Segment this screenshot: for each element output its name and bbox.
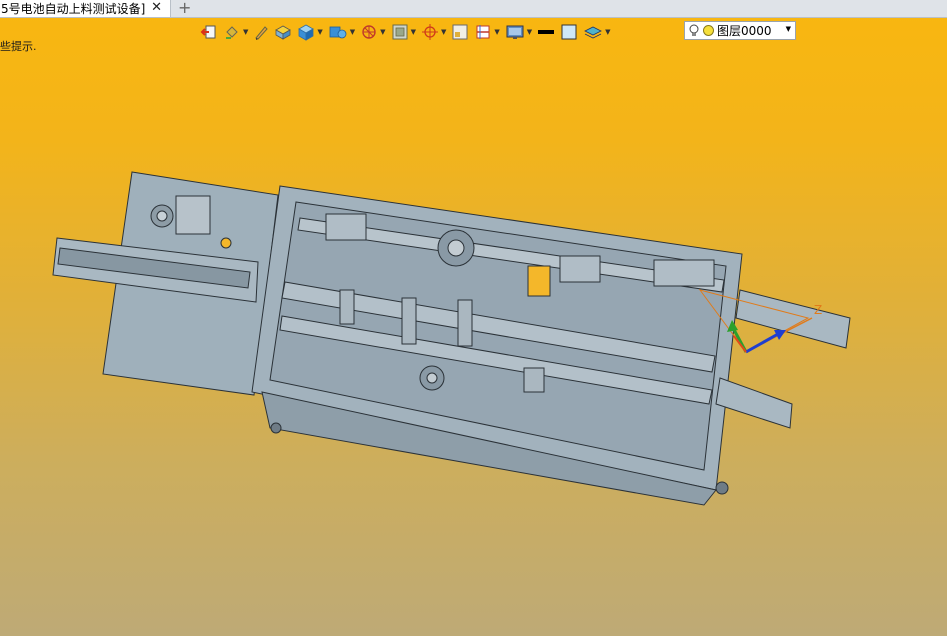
model-viewport[interactable]: Z (0, 0, 947, 636)
triad-z-label: Z (814, 303, 822, 317)
cylinder-far-right (653, 259, 715, 287)
foot (270, 422, 282, 434)
triad-blue-axis (745, 332, 779, 354)
output-chute (715, 377, 793, 429)
cad-model (52, 171, 851, 506)
right-conveyor (735, 289, 851, 349)
frame-opening (527, 265, 551, 297)
cylinder-left (325, 213, 367, 241)
indicator-light (220, 237, 232, 249)
cylinder-right (559, 255, 601, 283)
foot (715, 481, 729, 495)
motor (175, 195, 211, 235)
